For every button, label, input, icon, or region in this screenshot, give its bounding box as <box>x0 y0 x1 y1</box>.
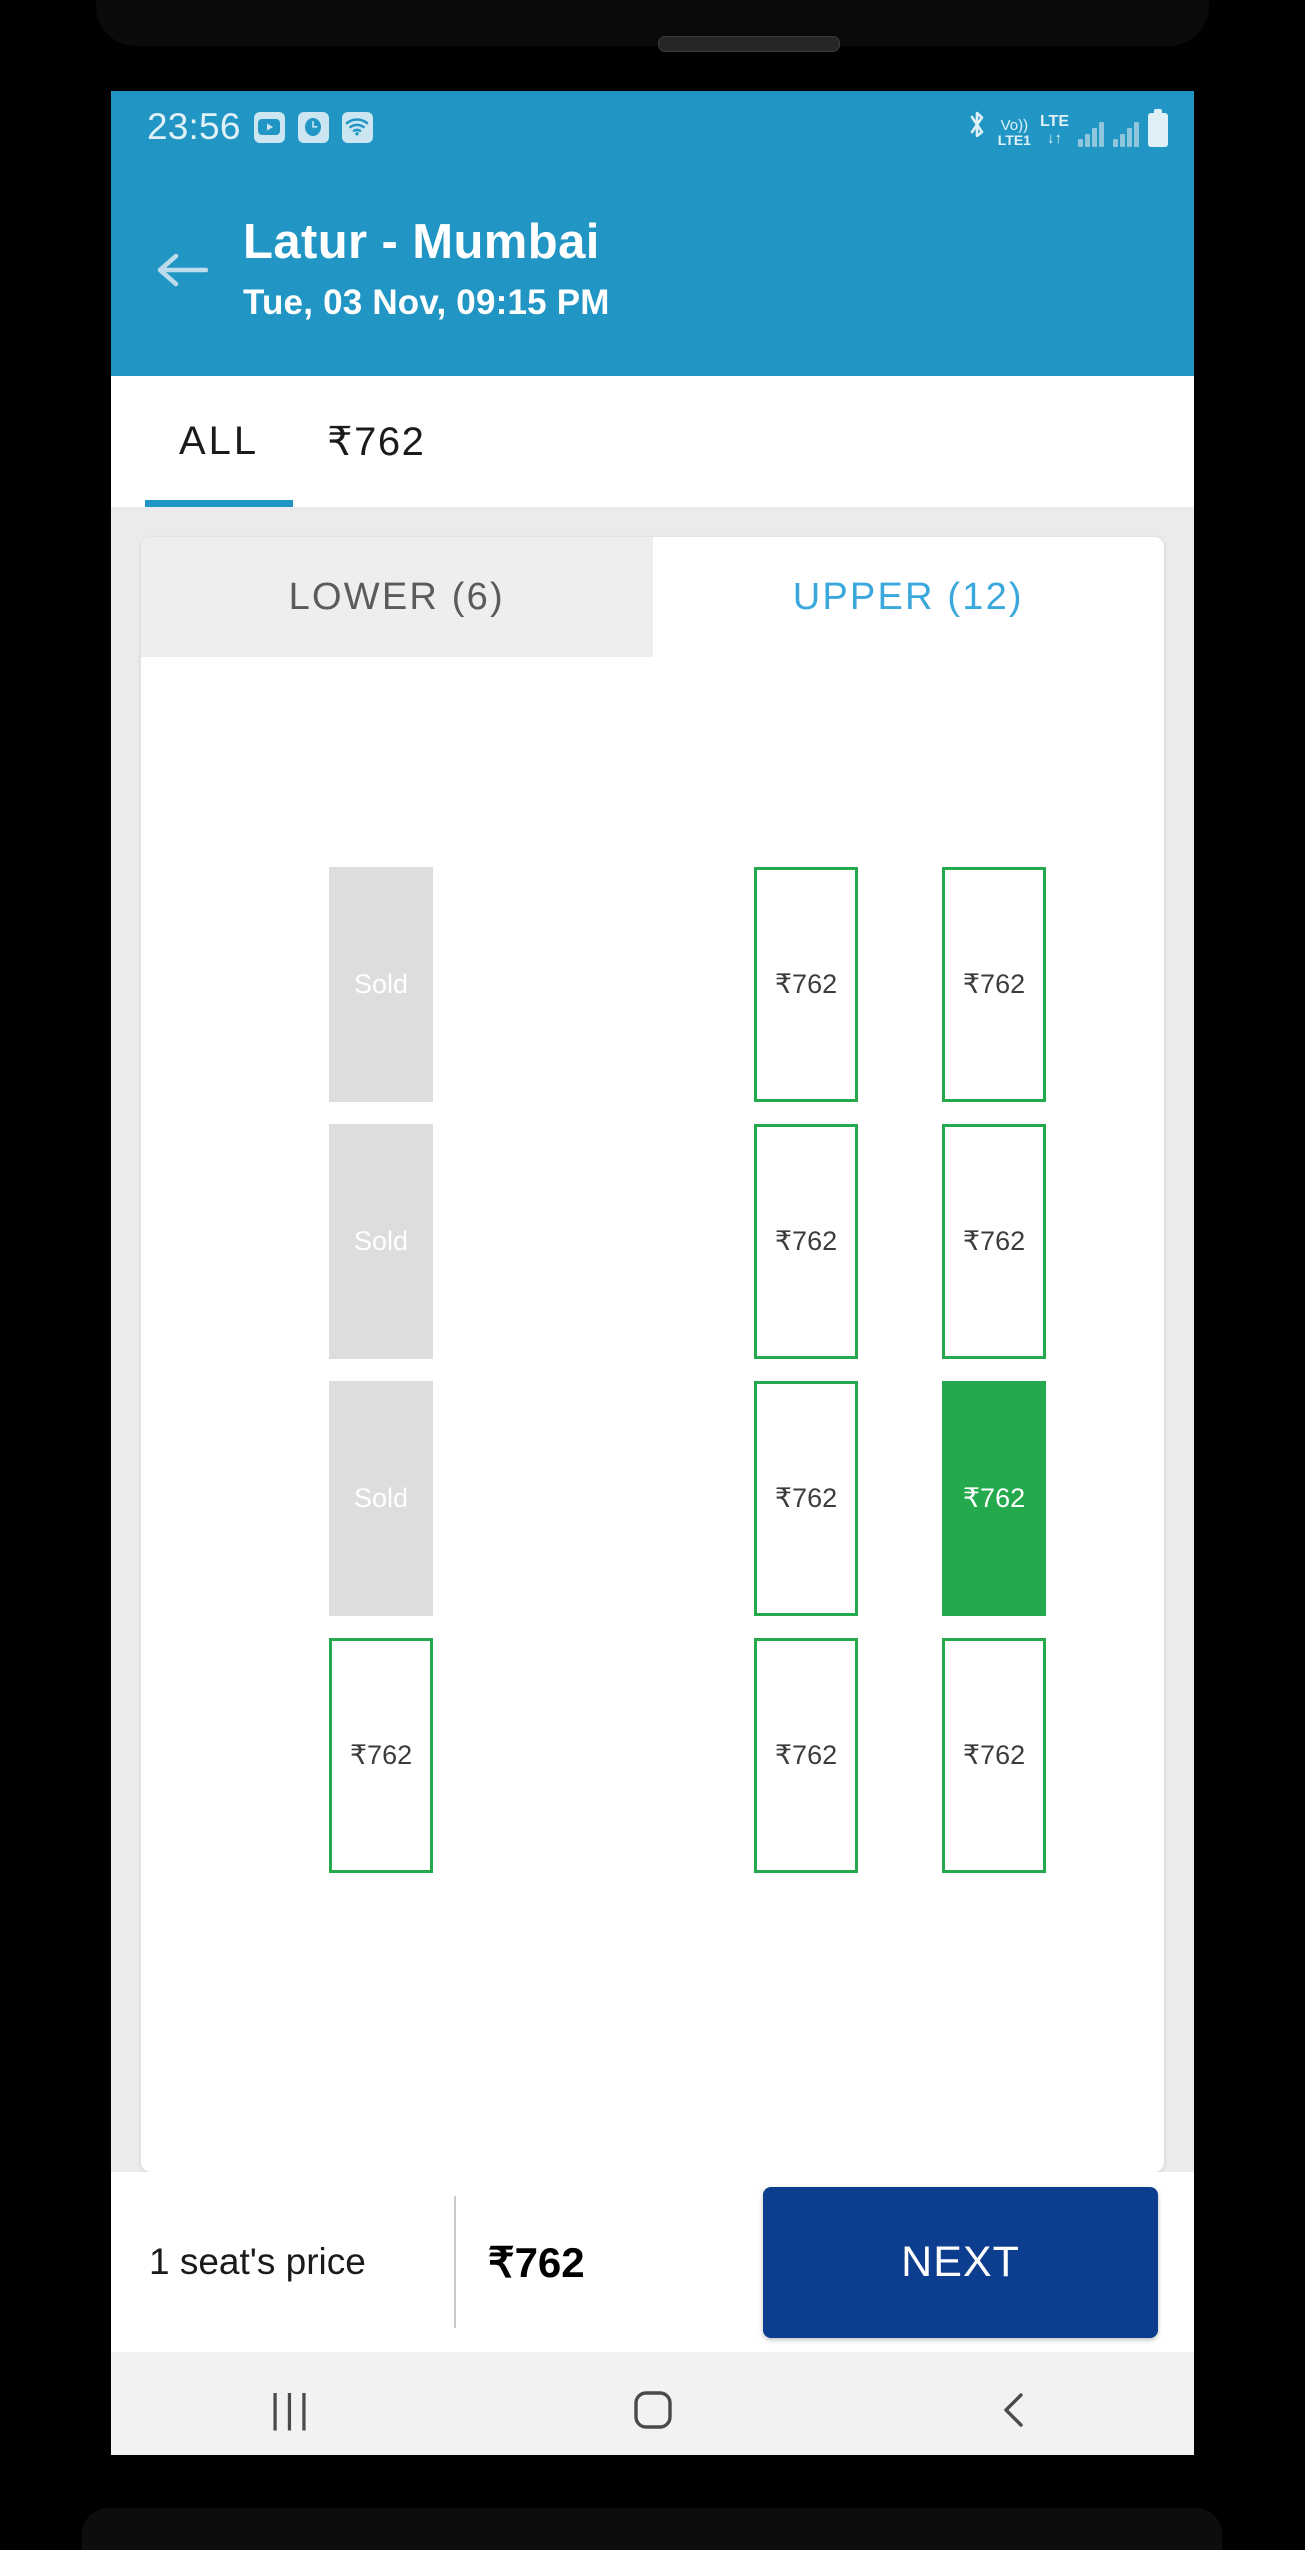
lte-line-2: ↓↑ <box>1046 129 1062 147</box>
status-bar: 23:56 Vo)) LTE1 LTE ↓↑ <box>111 91 1194 163</box>
seat-available[interactable]: ₹762 <box>754 1124 858 1359</box>
volte-line-1: Vo)) <box>1000 116 1029 134</box>
seat-row: Sold ₹762 ₹762 <box>141 867 1164 1102</box>
deck-content-area: LOWER (6) UPPER (12) Sold ₹762 ₹762 Sold ₹76… <box>111 507 1194 2172</box>
home-square-icon <box>633 2390 672 2429</box>
status-bar-right: Vo)) LTE1 LTE ↓↑ <box>965 108 1168 147</box>
status-time: 23:56 <box>147 106 241 147</box>
nav-home-button[interactable] <box>573 2387 733 2433</box>
deck-tab-lower[interactable]: LOWER (6) <box>141 537 653 657</box>
seat-selected[interactable]: ₹762 <box>942 1381 1046 1616</box>
seat-available[interactable]: ₹762 <box>754 1381 858 1616</box>
nav-back-button[interactable] <box>934 2387 1094 2433</box>
total-price-value: ₹762 <box>487 2238 585 2286</box>
clock-icon <box>297 111 329 143</box>
earpiece-speaker <box>658 36 840 52</box>
app-bar-titles: Latur - Mumbai Tue, 03 Nov, 09:15 PM <box>243 214 610 324</box>
lte-icon: LTE ↓↑ <box>1039 112 1069 147</box>
recents-icon: ||| <box>269 2387 314 2431</box>
volte-line-2: LTE1 <box>997 131 1031 148</box>
deck-tabs: LOWER (6) UPPER (12) <box>141 537 1164 657</box>
seat-row: ₹762 ₹762 ₹762 <box>141 1638 1164 1873</box>
seat-row: Sold ₹762 ₹762 <box>141 1124 1164 1359</box>
phone-bottom-bezel <box>82 2508 1222 2550</box>
price-filter-tabs: ALL ₹762 <box>111 376 1194 507</box>
phone-screen: 23:56 Vo)) LTE1 LTE ↓↑ Latur - Mumbai Tu… <box>111 91 1194 2455</box>
volte-icon: Vo)) LTE1 <box>998 118 1031 147</box>
seat-sold: Sold <box>329 1124 433 1359</box>
deck-card: LOWER (6) UPPER (12) Sold ₹762 ₹762 Sold ₹76… <box>141 537 1164 2172</box>
signal-bars-icon <box>1078 121 1104 147</box>
seat-row: Sold ₹762 ₹762 <box>141 1381 1164 1616</box>
battery-icon <box>1148 108 1168 147</box>
seat-available[interactable]: ₹762 <box>329 1638 433 1873</box>
nav-back-icon <box>1003 2392 1023 2427</box>
page-subtitle: Tue, 03 Nov, 09:15 PM <box>243 283 610 323</box>
action-bar: 1 seat's price ₹762 NEXT <box>111 2172 1194 2352</box>
youtube-icon <box>253 111 285 143</box>
tab-all[interactable]: ALL <box>145 376 294 507</box>
seat-map: Sold ₹762 ₹762 Sold ₹762 ₹762 Sold ₹762 ₹762 ₹762… <box>141 657 1164 2172</box>
deck-tab-upper[interactable]: UPPER (12) <box>652 537 1164 657</box>
next-button[interactable]: NEXT <box>763 2186 1158 2338</box>
seat-available[interactable]: ₹762 <box>942 1638 1046 1873</box>
seat-available[interactable]: ₹762 <box>942 867 1046 1102</box>
back-arrow-icon[interactable] <box>145 250 219 290</box>
seat-sold: Sold <box>329 1381 433 1616</box>
seat-available[interactable]: ₹762 <box>942 1124 1046 1359</box>
seat-price-label: 1 seat's price <box>149 2241 366 2282</box>
seat-available[interactable]: ₹762 <box>754 867 858 1102</box>
phone-frame: 23:56 Vo)) LTE1 LTE ↓↑ Latur - Mumbai Tu… <box>0 0 1305 2550</box>
seat-sold: Sold <box>329 867 433 1102</box>
app-bar: Latur - Mumbai Tue, 03 Nov, 09:15 PM <box>111 163 1194 376</box>
tab-price-762[interactable]: ₹762 <box>293 376 459 507</box>
seat-rows: Sold ₹762 ₹762 Sold ₹762 ₹762 Sold ₹762 ₹762 ₹762… <box>141 867 1164 1895</box>
bluetooth-icon <box>965 108 989 147</box>
action-bar-divider <box>453 2196 456 2328</box>
phone-top-bezel <box>96 0 1209 52</box>
page-title: Latur - Mumbai <box>243 214 600 269</box>
wifi-icon <box>341 111 373 143</box>
signal-bars-secondary-icon <box>1113 121 1139 147</box>
seat-available[interactable]: ₹762 <box>754 1638 858 1873</box>
nav-recents-button[interactable]: ||| <box>212 2387 372 2432</box>
lte-line-1: LTE <box>1039 112 1069 130</box>
status-bar-left: 23:56 <box>147 106 373 148</box>
android-nav-bar: ||| <box>111 2352 1194 2455</box>
